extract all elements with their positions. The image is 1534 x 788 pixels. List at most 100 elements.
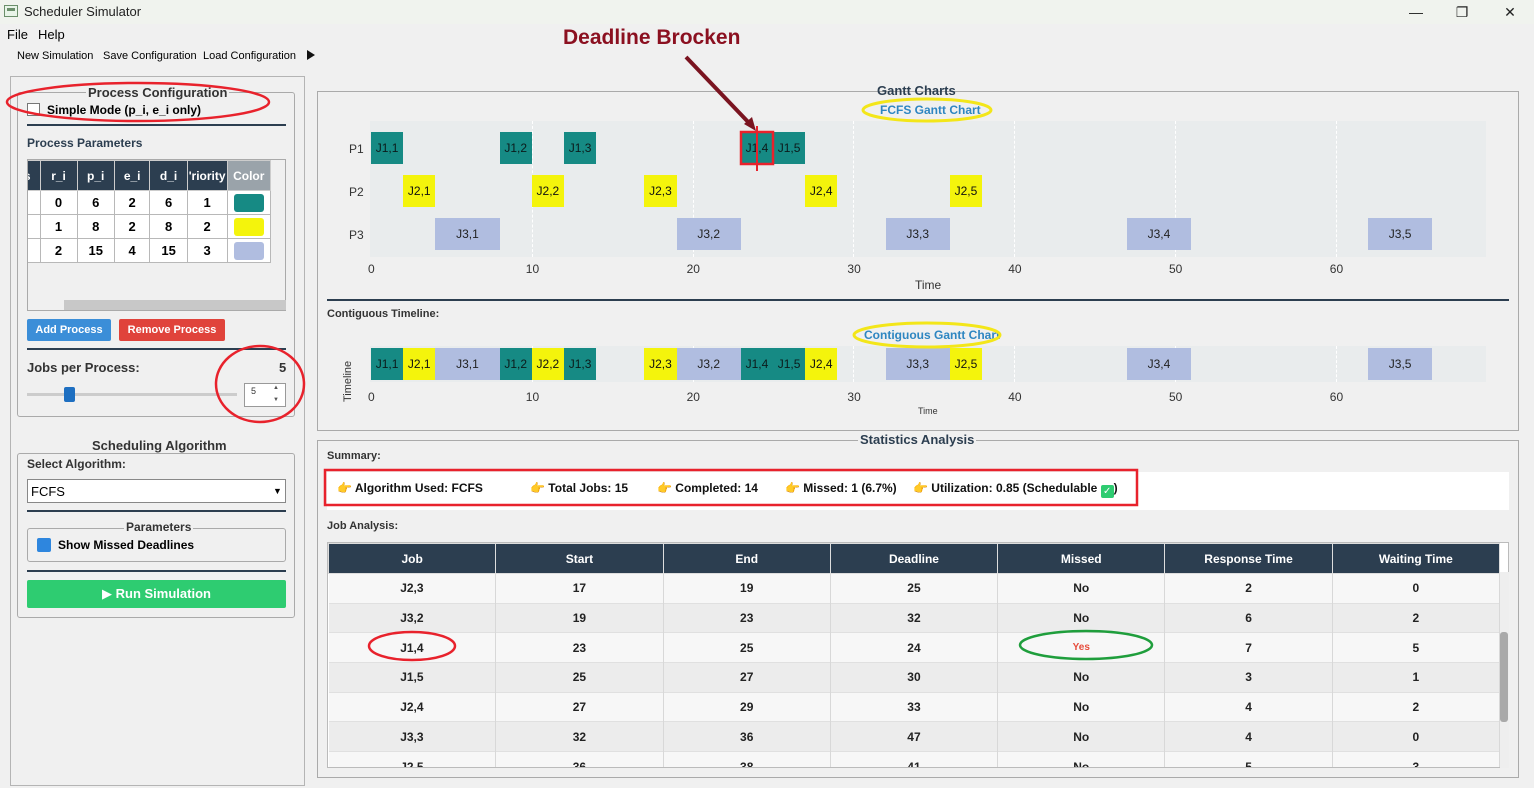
run-simulation-button[interactable]: ▶ Run Simulation [27,580,286,608]
gridline [1014,346,1016,382]
cell-end: 23 [663,602,831,633]
table-row[interactable]: J2,5 36 38 41 No 5 3 [328,751,1501,767]
cell-color[interactable] [226,190,272,215]
table-row[interactable]: 06261 [28,190,272,215]
cell-e-i[interactable]: 4 [113,238,151,263]
x-tick-label: 0 [368,262,375,276]
gantt-bar: J3,3 [885,218,950,250]
restore-button[interactable]: ❐ [1439,2,1485,22]
jobs-slider-track[interactable] [27,393,237,396]
gantt-bar: J1,1 [371,132,404,164]
contiguous-bar: J2,2 [531,348,564,380]
table-row[interactable]: J3,3 32 36 47 No 4 0 [328,721,1501,752]
column-header-priority[interactable]: 'riority [186,160,228,191]
gantt-x-axis-label: Time [915,278,942,292]
jobs-slider-handle[interactable] [64,387,75,402]
gantt-row-label-p2: P2 [349,185,364,199]
cell-priority[interactable]: 1 [186,190,228,215]
x-tick-label: 60 [1329,390,1344,404]
table-row[interactable]: 2 15 4 15 3 [28,238,272,263]
column-header-waiting-time[interactable]: Waiting Time [1331,543,1501,574]
show-missed-deadlines-checkbox[interactable] [37,538,51,552]
cell-p-i[interactable]: 6 [76,190,115,215]
statistics-title: Statistics Analysis [858,432,977,447]
color-swatch[interactable] [233,217,264,236]
menu-file[interactable]: File [7,27,28,42]
table-horizontal-scrollbar[interactable] [64,300,286,310]
table-row[interactable]: J2,4 27 29 33 No 4 2 [328,691,1501,722]
table-row[interactable]: J1,4 23 25 24 Yes 7 5 [328,632,1501,663]
job-analysis-table[interactable]: Job Start End Deadline Missed Response Time Wa… [327,542,1509,768]
close-button[interactable]: ✕ [1487,2,1533,22]
column-header-e-i[interactable]: e_i [113,160,151,191]
cell-response-time: 4 [1164,691,1333,722]
new-simulation-button[interactable]: New Simulation [17,50,93,62]
table-scrollbar-thumb[interactable] [1500,632,1508,722]
menu-help[interactable]: Help [38,27,65,42]
cell-d-i[interactable]: 6 [149,190,188,215]
table-row[interactable]: 18282 [28,214,272,239]
column-header-job[interactable]: Job [328,543,497,574]
gantt-bar: J1,4 [740,132,773,164]
toolbar-play-icon[interactable] [307,50,315,60]
column-header-start[interactable]: Start [495,543,664,574]
remove-process-button[interactable]: Remove Process [119,319,225,341]
row-header-cell[interactable] [28,238,41,263]
table-row[interactable]: J1,5 25 27 30 No 3 1 [328,662,1501,693]
cell-end: 27 [663,662,831,693]
cell-p-i[interactable]: 8 [76,214,115,239]
x-tick-label: 30 [847,390,861,404]
cell-start: 19 [495,602,664,633]
table-row[interactable]: J2,3 17 19 25 No 2 0 [328,573,1501,604]
summary-label: Summary: [327,450,381,462]
process-parameters-table[interactable]: s r_i p_i e_i d_i 'riority Color 0626118… [27,159,286,311]
cell-priority[interactable]: 3 [186,238,228,263]
cell-color[interactable] [226,238,272,263]
cell-d-i[interactable]: 15 [149,238,188,263]
cell-p-i[interactable]: 15 [76,238,115,263]
spin-up-icon[interactable]: ▲ [273,385,279,391]
pointing-hand-icon: 👉 [530,481,545,495]
gantt-row-label-p1: P1 [349,142,364,156]
x-tick-label: 40 [1008,390,1022,404]
spin-down-icon[interactable]: ▼ [273,397,279,403]
column-header-color[interactable]: Color [226,160,272,191]
simple-mode-checkbox[interactable] [27,103,40,116]
algorithm-select[interactable] [27,479,286,503]
cell-color[interactable] [226,214,272,239]
cell-waiting-time: 2 [1332,691,1501,722]
column-header-r-i[interactable]: r_i [39,160,78,191]
contiguous-gantt-title: Contiguous Gantt Chart [864,328,1000,342]
cell-e-i[interactable]: 2 [113,214,151,239]
check-icon: ✓ [1100,485,1114,498]
fcfs-gantt-title: FCFS Gantt Chart [880,103,981,117]
cell-e-i[interactable]: 2 [113,190,151,215]
column-header-p-i[interactable]: p_i [76,160,115,191]
column-header-response-time[interactable]: Response Time [1164,543,1333,574]
color-swatch[interactable] [233,193,264,212]
add-process-button[interactable]: Add Process [27,319,111,341]
row-header-cell[interactable] [28,214,41,239]
cell-start: 23 [495,632,664,663]
cell-r-i[interactable]: 1 [39,214,78,239]
column-header-d-i[interactable]: d_i [149,160,188,191]
cell-d-i[interactable]: 8 [149,214,188,239]
column-header-end[interactable]: End [662,543,831,574]
cell-r-i[interactable]: 0 [39,190,78,215]
column-header-id[interactable]: s [28,160,41,191]
row-header-cell[interactable] [28,190,41,215]
table-row[interactable]: J3,2 19 23 32 No 6 2 [328,602,1501,633]
column-header-deadline[interactable]: Deadline [829,543,999,574]
minimize-button[interactable]: — [1393,2,1439,22]
cell-priority[interactable]: 2 [186,214,228,239]
gridline [853,121,855,257]
color-swatch[interactable] [233,241,264,260]
column-header-missed[interactable]: Missed [997,543,1166,574]
gantt-bar: J3,5 [1367,218,1433,250]
contiguous-bar: J2,5 [949,348,983,380]
save-configuration-button[interactable]: Save Configuration [103,50,197,62]
chevron-down-icon[interactable]: ▼ [273,486,282,496]
cell-r-i[interactable]: 2 [39,238,78,263]
load-configuration-button[interactable]: Load Configuration [203,50,296,62]
cell-end: 38 [663,751,831,767]
